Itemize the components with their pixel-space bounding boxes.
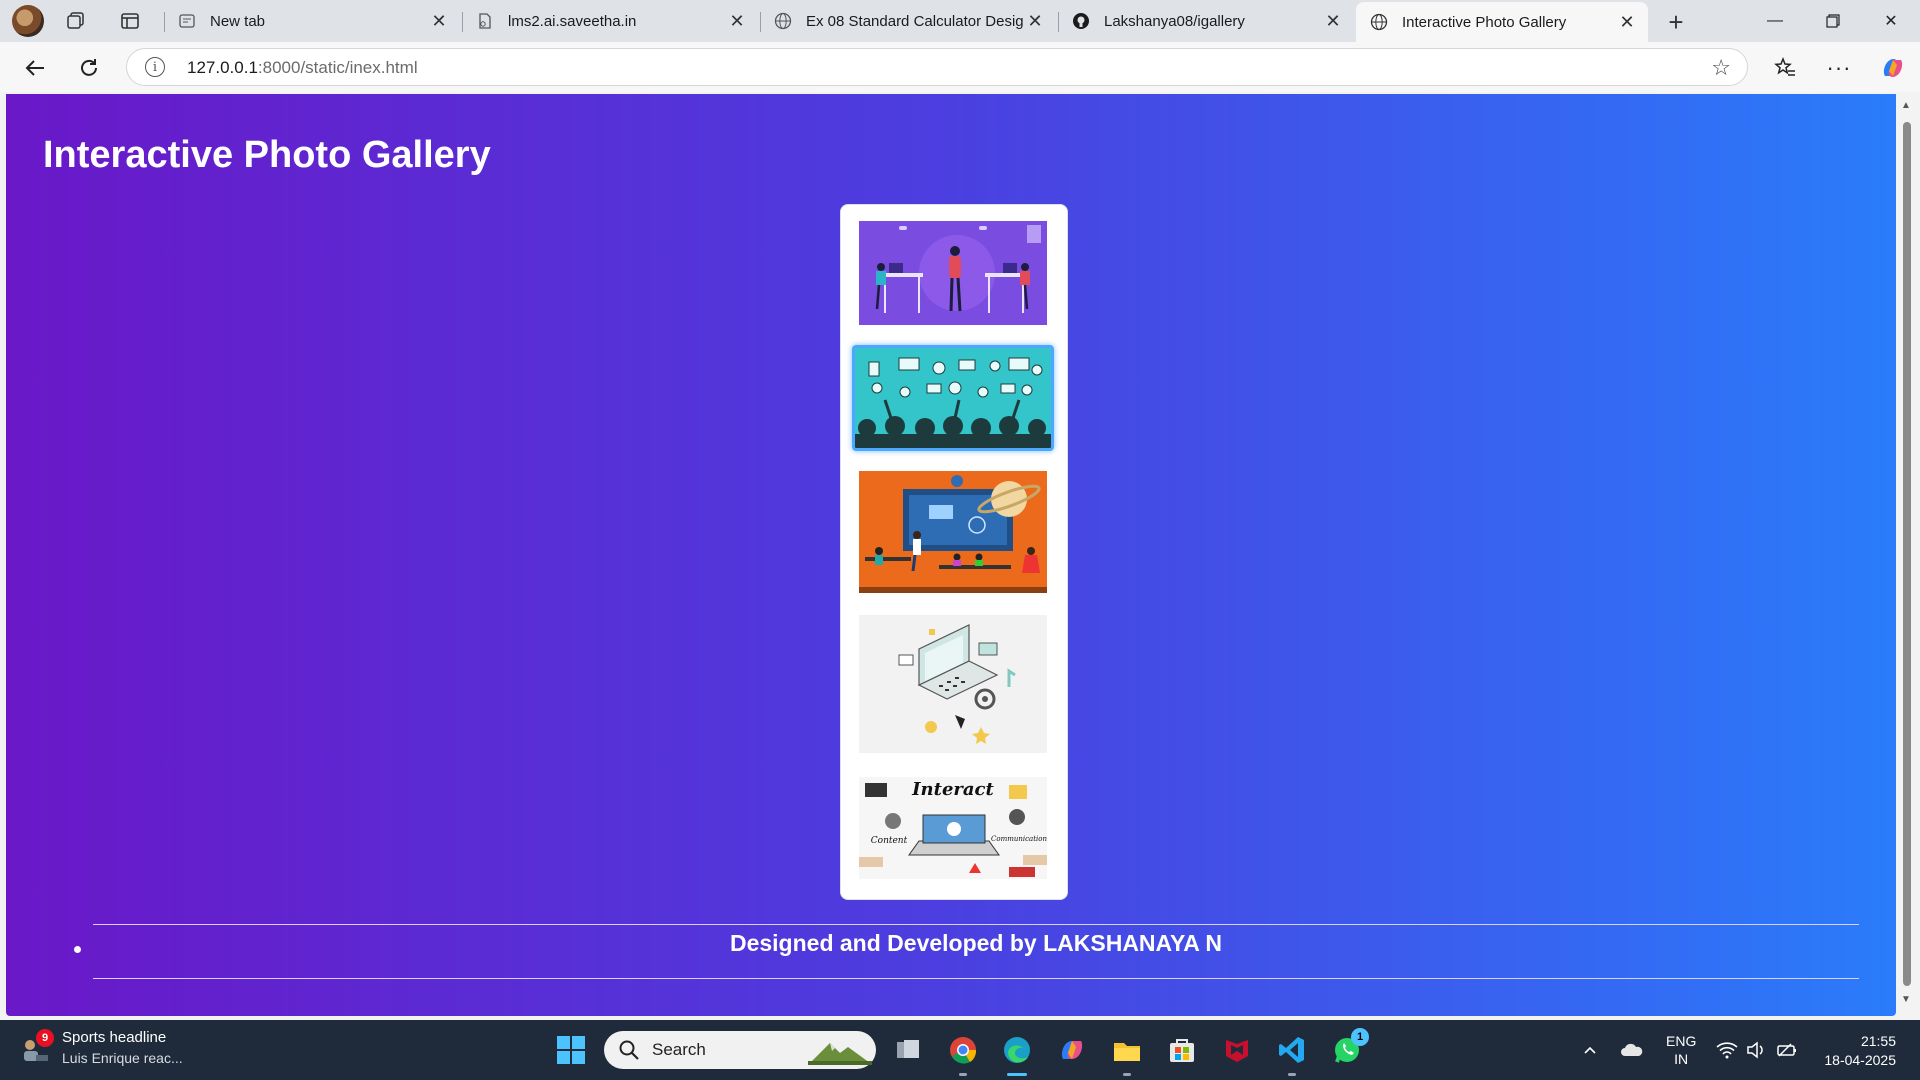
close-window-icon[interactable]: ✕ [1862,0,1920,42]
tab-title: Interactive Photo Gallery [1402,13,1567,31]
close-tab-icon[interactable]: ✕ [726,10,748,32]
gallery-image-coworking[interactable] [859,221,1047,325]
site-info-icon[interactable]: i [145,57,165,77]
copilot-icon[interactable] [1876,51,1910,85]
language-indicator[interactable]: ENG IN [1666,1020,1696,1080]
news-badge: 9 [36,1029,54,1047]
start-button[interactable] [553,1032,589,1068]
gallery-image-classroom[interactable] [859,471,1047,593]
interact-word: Interact [911,779,994,800]
volume-icon[interactable] [1746,1020,1766,1080]
chrome-icon[interactable] [945,1032,981,1076]
clock-time: 21:55 [1860,1033,1896,1049]
new-tab-button[interactable]: + [1660,6,1692,38]
search-icon [619,1040,639,1060]
footer-credit: Designed and Developed by LAKSHANAYA N [729,930,1223,956]
profile-avatar[interactable] [12,5,44,37]
refresh-icon[interactable] [72,51,106,85]
minimize-icon[interactable]: — [1746,0,1804,42]
favorites-icon[interactable] [1768,51,1802,85]
vertical-tabs-icon[interactable] [118,9,142,33]
tab-title: lms2.ai.saveetha.in [508,12,637,30]
close-tab-icon[interactable]: ✕ [1024,10,1046,32]
store-icon[interactable] [1164,1032,1200,1068]
restore-icon[interactable] [1804,0,1862,42]
tab-strip: New tab ✕ lms2.ai.saveetha.in ✕ Ex 08 St… [0,0,1920,42]
page-viewport: Interactive Photo Gallery Interact Conte… [6,94,1896,1016]
onedrive-icon[interactable] [1620,1020,1644,1080]
copilot-app-icon[interactable] [1054,1032,1090,1068]
whatsapp-badge: 1 [1351,1028,1369,1046]
close-tab-icon[interactable]: ✕ [428,10,450,32]
file-explorer-icon[interactable] [1109,1032,1145,1076]
tab-github[interactable]: Lakshanya08/igallery ✕ [1058,4,1354,38]
footer-bottom-rule [93,978,1859,979]
tab-title: Ex 08 Standard Calculator Design [806,12,1024,30]
back-icon[interactable] [18,51,52,85]
news-icon: 9 [18,1029,54,1065]
github-icon [1072,12,1090,30]
tab-calculator[interactable]: Ex 08 Standard Calculator Design ✕ [760,4,1056,38]
favorite-star-icon[interactable]: ☆ [1711,55,1731,81]
communication-word: Communication [991,835,1047,843]
gallery-image-interact[interactable]: Interact Content Communication [859,777,1047,879]
list-bullet [74,946,81,953]
tab-lms[interactable]: lms2.ai.saveetha.in ✕ [462,4,758,38]
taskbar: 9 Sports headline Luis Enrique reac... S… [0,1020,1920,1080]
browser-toolbar: i 127.0.0.1:8000/static/inex.html ☆ ··· [0,42,1920,92]
page-icon [476,12,494,30]
gallery-image-tech-audience[interactable] [852,345,1054,451]
tab-new-tab[interactable]: New tab ✕ [164,4,460,38]
scroll-down-icon[interactable]: ▼ [1901,994,1911,1005]
scrollbar-thumb[interactable] [1903,122,1911,986]
show-hidden-icons[interactable] [1582,1020,1598,1080]
news-widget[interactable]: 9 Sports headline Luis Enrique reac... [18,1028,183,1068]
search-placeholder: Search [652,1040,706,1059]
wifi-icon[interactable] [1716,1020,1738,1080]
vscode-icon[interactable] [1274,1032,1310,1076]
more-menu-icon[interactable]: ··· [1822,51,1856,85]
globe-icon [774,12,792,30]
taskbar-clock[interactable]: 21:55 18-04-2025 [1824,1032,1896,1070]
close-tab-icon[interactable]: ✕ [1616,11,1638,33]
content-word: Content [871,836,908,846]
search-highlight-image [808,1043,872,1065]
tab-title: New tab [210,12,266,30]
battery-icon[interactable] [1776,1020,1798,1080]
edge-icon[interactable] [999,1032,1035,1076]
whatsapp-icon[interactable]: 1 [1329,1028,1369,1068]
page-title: Interactive Photo Gallery [43,134,491,176]
clock-date: 18-04-2025 [1824,1052,1896,1068]
task-view-icon[interactable] [890,1032,926,1068]
workspaces-icon[interactable] [64,9,88,33]
close-tab-icon[interactable]: ✕ [1322,10,1344,32]
scroll-up-icon[interactable]: ▲ [1901,100,1911,111]
new-tab-icon [178,12,196,30]
address-bar[interactable]: i 127.0.0.1:8000/static/inex.html ☆ [126,48,1748,86]
taskbar-search[interactable]: Search [604,1031,876,1069]
news-title: Sports headline [62,1029,167,1046]
globe-icon [1370,13,1388,31]
gallery-container: Interact Content Communication [840,204,1068,900]
gallery-image-laptop[interactable] [859,615,1047,753]
tab-title: Lakshanya08/igallery [1104,12,1245,30]
tab-photo-gallery[interactable]: Interactive Photo Gallery ✕ [1356,2,1648,42]
mcafee-icon[interactable] [1219,1032,1255,1068]
url-text[interactable]: 127.0.0.1:8000/static/inex.html [187,58,418,78]
news-subtitle: Luis Enrique reac... [62,1050,183,1066]
page-scrollbar[interactable]: ▲ ▼ [1896,94,1920,1016]
footer-top-rule [93,924,1859,925]
